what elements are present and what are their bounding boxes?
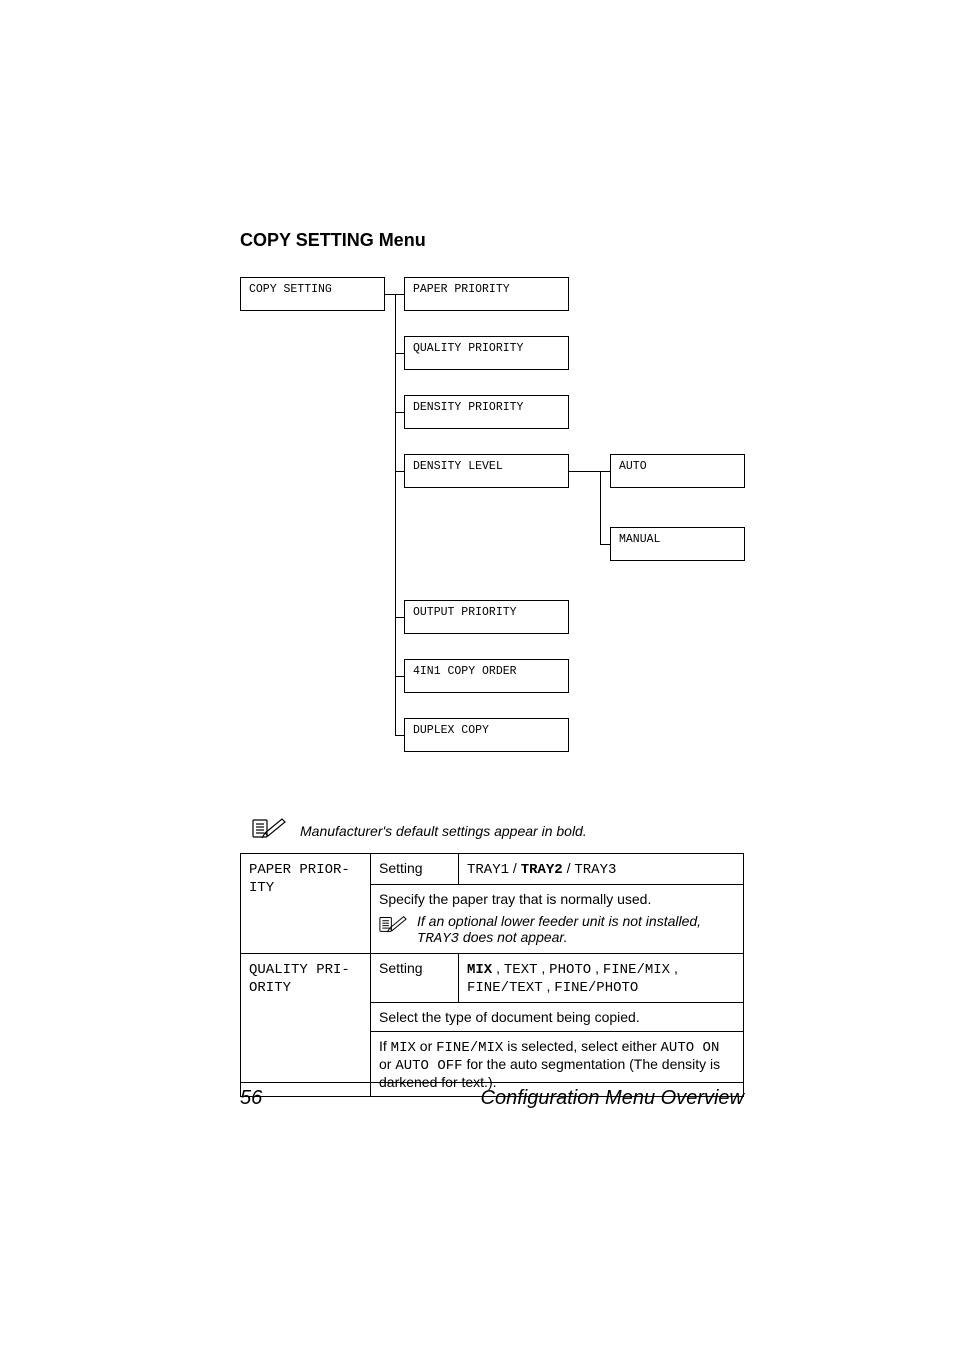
setting-name-cell: PAPER PRIOR- ITY (241, 854, 371, 954)
tree-node: DENSITY PRIORITY (404, 395, 569, 429)
setting-value-cell: MIX , TEXT , PHOTO , FINE/MIX , FINE/TEX… (459, 954, 744, 1003)
connector (395, 353, 404, 354)
connector (600, 544, 610, 545)
note-icon (379, 915, 407, 933)
table-row: QUALITY PRI- ORITY Setting MIX , TEXT , … (241, 954, 744, 1003)
tree-root: COPY SETTING (240, 277, 385, 311)
menu-tree-diagram: COPY SETTING PAPER PRIORITY QUALITY PRIO… (240, 277, 744, 807)
page-number: 56 (240, 1087, 262, 1110)
setting-label-cell: Setting (371, 854, 459, 885)
connector (600, 471, 610, 472)
tree-node: DENSITY LEVEL (404, 454, 569, 488)
default-note-text: Manufacturer's default settings appear i… (300, 823, 587, 839)
connector (395, 294, 404, 295)
setting-name-cell: QUALITY PRI- ORITY (241, 954, 371, 1097)
section-heading: COPY SETTING Menu (240, 230, 744, 251)
tree-node: AUTO (610, 454, 745, 488)
connector (569, 471, 600, 472)
page-footer: 56 Configuration Menu Overview (240, 1082, 744, 1110)
connector (395, 412, 404, 413)
table-row: PAPER PRIOR- ITY Setting TRAY1 / TRAY2 /… (241, 854, 744, 885)
setting-value-cell: TRAY1 / TRAY2 / TRAY3 (459, 854, 744, 885)
setting-desc-cell: Specify the paper tray that is normally … (371, 885, 744, 954)
connector (385, 294, 395, 295)
connector (600, 471, 601, 544)
setting-desc-cell: Select the type of document being copied… (371, 1003, 744, 1032)
footer-title: Configuration Menu Overview (481, 1087, 744, 1110)
tree-node: PAPER PRIORITY (404, 277, 569, 311)
connector (395, 735, 404, 736)
connector (395, 617, 404, 618)
settings-table: PAPER PRIOR- ITY Setting TRAY1 / TRAY2 /… (240, 853, 744, 1097)
connector (395, 676, 404, 677)
tree-node: MANUAL (610, 527, 745, 561)
connector (395, 294, 396, 735)
setting-label-cell: Setting (371, 954, 459, 1003)
connector (395, 471, 404, 472)
tree-node: QUALITY PRIORITY (404, 336, 569, 370)
tree-node: OUTPUT PRIORITY (404, 600, 569, 634)
tree-node: DUPLEX COPY (404, 718, 569, 752)
note-icon (252, 817, 286, 839)
tree-node: 4IN1 COPY ORDER (404, 659, 569, 693)
default-note: Manufacturer's default settings appear i… (252, 817, 744, 839)
